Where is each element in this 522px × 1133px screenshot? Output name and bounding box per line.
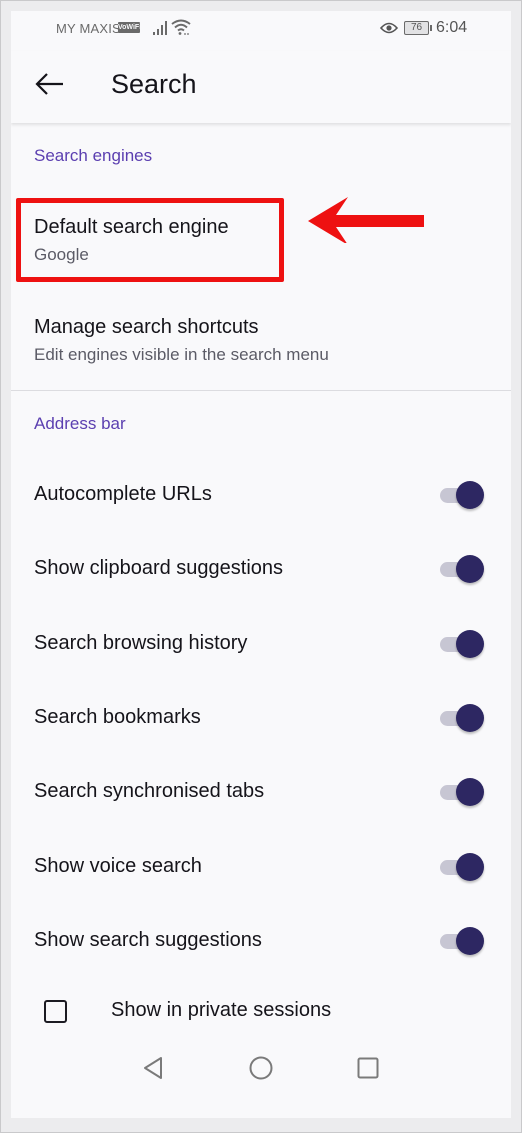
switch-row[interactable]: Autocomplete URLs: [11, 465, 511, 525]
pref-title: Manage search shortcuts: [34, 316, 259, 338]
toggle-switch[interactable]: [439, 703, 485, 732]
switch-label: Autocomplete URLs: [34, 483, 212, 505]
arrow-left-icon[interactable]: [33, 69, 69, 99]
page-title: Search: [111, 69, 197, 99]
show-in-private-sessions-row[interactable]: Show in private sessions: [11, 991, 511, 1035]
nav-recents-icon[interactable]: [355, 1055, 381, 1081]
nav-back-icon[interactable]: [141, 1055, 167, 1081]
switch-label: Search bookmarks: [34, 705, 201, 728]
switch-thumb: [456, 703, 484, 732]
switch-thumb: [456, 555, 484, 584]
nav-home-icon[interactable]: [248, 1055, 274, 1081]
switch-thumb: [456, 778, 484, 807]
toggle-switch[interactable]: [439, 629, 485, 658]
system-navigation-bar: [11, 1041, 511, 1101]
battery-indicator: 76: [404, 21, 429, 35]
manage-search-shortcuts-item[interactable]: Manage search shortcuts Edit engines vis…: [11, 301, 511, 381]
battery-tip: [430, 25, 432, 31]
checkbox-label: Show in private sessions: [111, 999, 332, 1021]
switch-row[interactable]: Show clipboard suggestions: [11, 539, 511, 599]
switch-thumb: [456, 852, 484, 881]
switch-label: Search browsing history: [34, 631, 248, 654]
switch-thumb: [456, 629, 484, 658]
section-divider: [11, 390, 511, 391]
toggle-switch[interactable]: [439, 555, 485, 584]
switch-row[interactable]: Search bookmarks: [11, 688, 511, 748]
phone-screen: MY MAXIS VoWiFi 76 6:04 Search Search en…: [11, 11, 511, 1118]
clock: 6:04: [436, 19, 468, 36]
carrier-name: MY MAXIS: [56, 21, 121, 36]
section-header-address-bar: Address bar: [34, 414, 126, 433]
switch-thumb: [456, 926, 484, 955]
switch-label: Search synchronised tabs: [34, 780, 265, 803]
switch-thumb: [456, 481, 484, 509]
switch-row[interactable]: Search browsing history: [11, 614, 511, 674]
switch-label: Show clipboard suggestions: [34, 557, 284, 580]
switch-row[interactable]: Show voice search: [11, 837, 511, 897]
signal-bars-icon: [153, 21, 167, 35]
app-toolbar: Search: [11, 51, 511, 123]
highlight-box-annotation: [16, 198, 284, 282]
toggle-switch[interactable]: [439, 852, 485, 881]
switch-label: Show search suggestions: [34, 928, 262, 951]
toggle-switch[interactable]: [439, 926, 485, 955]
switch-row[interactable]: Show search suggestions: [11, 911, 511, 971]
toggle-switch[interactable]: [439, 778, 485, 807]
eye-comfort-icon: [380, 22, 398, 34]
toggle-switch[interactable]: [439, 481, 485, 509]
wifi-icon: [171, 19, 191, 35]
show-in-private-sessions-checkbox[interactable]: [44, 1000, 67, 1023]
switch-row[interactable]: Search synchronised tabs: [11, 762, 511, 822]
switch-label: Show voice search: [34, 854, 202, 877]
status-bar: MY MAXIS VoWiFi 76 6:04: [11, 11, 511, 51]
section-header-search-engines: Search engines: [34, 146, 153, 165]
red-arrow-annotation: [308, 197, 424, 243]
pref-summary: Edit engines visible in the search menu: [34, 345, 329, 364]
vowifi-badge: VoWiFi: [118, 22, 142, 33]
